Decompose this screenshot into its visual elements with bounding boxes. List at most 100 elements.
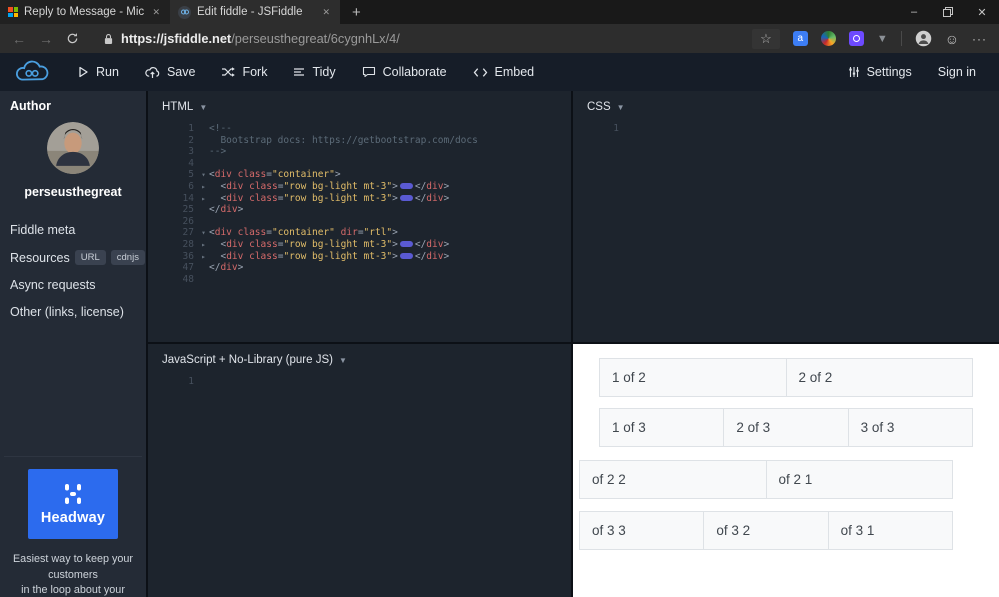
restore-button[interactable] [931, 0, 965, 24]
code-line[interactable]: 5 ▾ <div class="container"> [148, 169, 571, 181]
fold-toggle-icon[interactable]: ▸ [198, 251, 209, 263]
js-panel-header[interactable]: JavaScript + No-Library (pure JS) ▼ [148, 344, 571, 372]
fold-toggle-icon[interactable] [198, 216, 209, 228]
browser-menu-icon[interactable]: ··· [972, 32, 987, 46]
fold-toggle-icon[interactable] [198, 123, 209, 135]
sidebar-item-async[interactable]: Async requests [10, 278, 136, 292]
toolbar-fork-button[interactable]: Fork [208, 53, 280, 91]
sidebar-item-fiddle[interactable]: Fiddle meta [10, 223, 136, 237]
code-line[interactable]: 25 </div> [148, 204, 571, 216]
code-line[interactable]: 6 ▸ <div class="row bg-light mt-3"> </div> [148, 181, 571, 193]
bootstrap-row: 1 of 22 of 2 [599, 358, 973, 397]
bootstrap-row: 1 of 32 of 33 of 3 [599, 408, 973, 447]
settings-sliders-icon [848, 66, 860, 78]
line-number: 3 [188, 146, 194, 158]
line-number: 1 [613, 123, 619, 134]
toolbar-embed-button[interactable]: Embed [460, 53, 548, 91]
toolbar-tidy-button[interactable]: Tidy [280, 53, 348, 91]
html-editor[interactable]: 1 <!-- 2 Bootstrap docs: https://getbootst… [148, 119, 571, 285]
minimize-button[interactable]: – [897, 0, 931, 24]
code-line[interactable]: 26 [148, 216, 571, 228]
fork-icon [221, 66, 236, 78]
browser-tab-teams[interactable]: Reply to Message - Microsoft Te ✕ [0, 0, 170, 24]
folded-code-marker[interactable] [399, 253, 413, 260]
toolbar-save-button[interactable]: Save [132, 53, 209, 91]
settings-button[interactable]: Settings [835, 53, 925, 91]
code-line[interactable]: 1 <!-- [148, 123, 571, 135]
tab-close-icon[interactable]: ✕ [320, 7, 332, 18]
code-line[interactable]: 1 [573, 123, 999, 135]
css-panel: CSS ▼ 1 [573, 91, 999, 342]
headway-ad-box[interactable]: Headway [28, 469, 118, 539]
html-panel-header[interactable]: HTML ▼ [148, 91, 571, 119]
code-line[interactable]: 28 ▸ <div class="row bg-light mt-3"> </div… [148, 239, 571, 251]
fold-toggle-icon[interactable]: ▸ [198, 181, 209, 193]
fold-toggle-icon[interactable] [198, 376, 209, 388]
js-editor[interactable]: 1 [148, 372, 571, 388]
fold-toggle-icon[interactable] [198, 262, 209, 274]
grid-cell: of 2 1 [765, 460, 953, 499]
jsfiddle-logo[interactable] [14, 60, 50, 84]
folded-code-marker[interactable] [399, 195, 413, 202]
url-field[interactable]: https://jsfiddle.net/perseusthegreat/6cy… [92, 28, 780, 49]
code-line[interactable]: 36 ▸ <div class="row bg-light mt-3"> </div… [148, 251, 571, 263]
fold-toggle-icon[interactable]: ▸ [198, 193, 209, 205]
fold-toggle-icon[interactable]: ▸ [198, 239, 209, 251]
ad-tagline[interactable]: Easiest way to keep your customers in th… [4, 552, 142, 597]
feedback-smiley-icon[interactable]: ☺ [945, 31, 959, 47]
resource-badge[interactable]: URL [74, 250, 106, 265]
new-tab-button[interactable]: + [340, 0, 373, 24]
close-window-button[interactable]: ✕ [965, 0, 999, 24]
toolbar-collaborate-button[interactable]: Collaborate [349, 53, 460, 91]
download-manager-extension-icon[interactable] [820, 31, 836, 46]
purple-extension-icon[interactable] [848, 31, 864, 46]
v-extension-icon[interactable]: ▼ [877, 33, 888, 45]
divider [900, 31, 902, 46]
line-number: 14 [182, 192, 194, 204]
sidebar-item-resources[interactable]: ResourcesURLcdnjs1 [10, 250, 168, 265]
translate-extension-icon[interactable]: a [792, 31, 808, 46]
css-panel-header[interactable]: CSS ▼ [573, 91, 999, 119]
fold-toggle-icon[interactable]: ▾ [198, 227, 209, 239]
line-number: 48 [182, 273, 194, 285]
resource-badge[interactable]: cdnjs [110, 250, 145, 265]
code-line[interactable]: 1 [148, 376, 571, 388]
fold-toggle-icon[interactable] [198, 158, 209, 170]
tab-close-icon[interactable]: ✕ [150, 7, 162, 18]
fold-toggle-icon[interactable] [623, 123, 634, 135]
folded-code-marker[interactable] [399, 183, 413, 190]
code-line[interactable]: 48 [148, 274, 571, 286]
microsoft-logo [8, 7, 18, 17]
forward-icon[interactable]: → [39, 31, 53, 47]
code-line[interactable]: 27 ▾ <div class="container" dir="rtl"> [148, 227, 571, 239]
grid-cell: 1 of 2 [599, 358, 787, 397]
fold-toggle-icon[interactable] [198, 146, 209, 158]
sign-in-button[interactable]: Sign in [925, 53, 989, 91]
folded-code-marker[interactable] [399, 241, 413, 248]
sidebar-item-other[interactable]: Other (links, license) [10, 305, 136, 319]
code-line[interactable]: 3 --> [148, 146, 571, 158]
code-line[interactable]: 14 ▸ <div class="row bg-light mt-3"> </div… [148, 193, 571, 205]
code-line[interactable]: 47 </div> [148, 262, 571, 274]
run-icon [77, 66, 89, 78]
reload-icon[interactable] [66, 32, 79, 45]
browser-tab-jsfiddle[interactable]: Edit fiddle - JSFiddle ✕ [170, 0, 340, 24]
line-number: 6 [188, 180, 194, 192]
author-avatar[interactable] [47, 122, 99, 174]
favorite-star-icon[interactable]: ☆ [752, 28, 780, 49]
fold-toggle-icon[interactable]: ▾ [198, 169, 209, 181]
fold-toggle-icon[interactable] [198, 274, 209, 286]
line-number: 27 [182, 227, 194, 239]
toolbar-run-button[interactable]: Run [64, 53, 132, 91]
grid-cell: 2 of 3 [723, 408, 849, 447]
fold-toggle-icon[interactable] [198, 135, 209, 147]
author-username[interactable]: perseusthegreat [10, 185, 136, 199]
line-number: 4 [188, 157, 194, 169]
tab-title: Edit fiddle - JSFiddle [197, 6, 303, 18]
profile-avatar-icon[interactable] [915, 30, 932, 47]
code-line[interactable]: 4 [148, 158, 571, 170]
css-editor[interactable]: 1 [573, 119, 999, 135]
back-icon[interactable]: ← [12, 31, 26, 47]
code-line[interactable]: 2 Bootstrap docs: https://getbootstrap.c… [148, 135, 571, 147]
fold-toggle-icon[interactable] [198, 204, 209, 216]
